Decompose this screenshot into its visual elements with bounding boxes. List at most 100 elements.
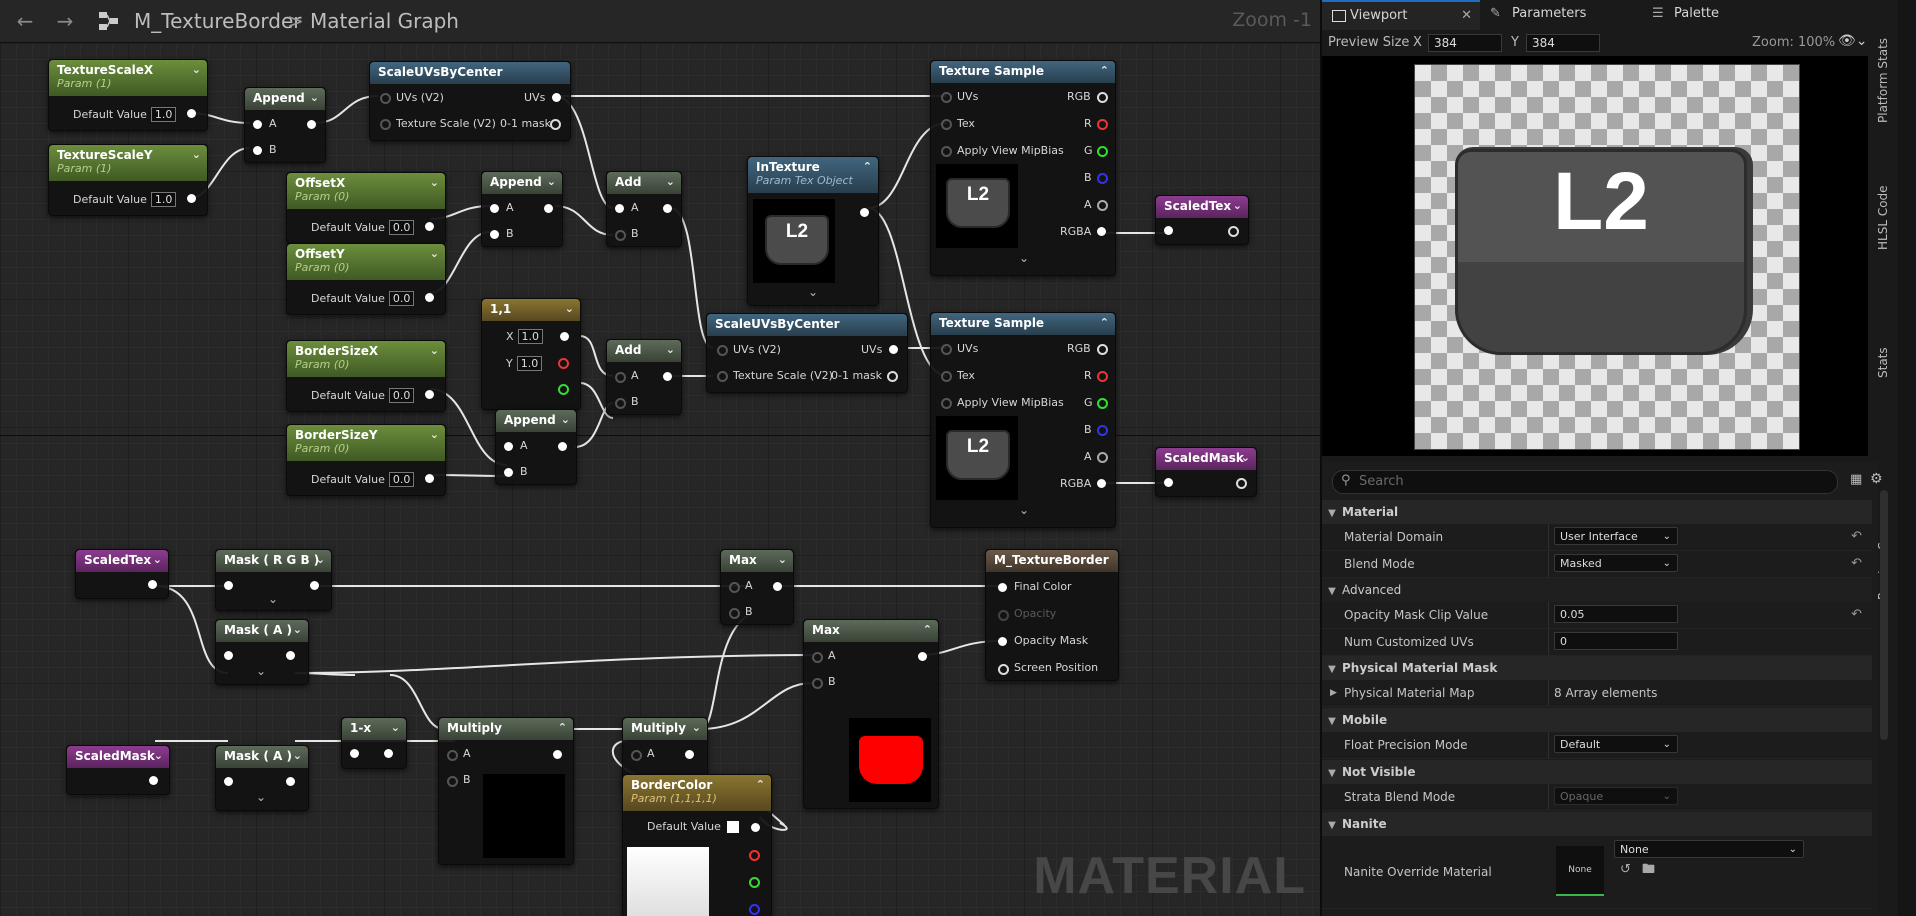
eye-icon[interactable]: 👁⌄ [1838, 33, 1868, 49]
output-pin[interactable] [1236, 478, 1247, 489]
tab-viewport[interactable]: Viewport ✕ [1322, 0, 1480, 30]
node-append[interactable]: Append ⌄ A B [481, 171, 563, 247]
node-constant-vector[interactable]: 1,1 ⌄ X 1.0 Y 1.0 [481, 298, 581, 410]
node-scale-uvs-by-center[interactable]: ScaleUVsByCenter UVs (V2) UVs Texture Sc… [369, 61, 571, 141]
chevron-down-icon[interactable]: ⌄ [153, 553, 162, 566]
color-swatch[interactable] [726, 821, 739, 833]
node-texture-sample[interactable]: Texture Sample ⌃ UVs Tex Apply View MipBi… [930, 60, 1116, 276]
chevron-down-icon[interactable]: ⌄ [1019, 503, 1029, 517]
output-pin[interactable] [663, 372, 672, 381]
output-pin-b[interactable] [1097, 173, 1108, 184]
output-pin-r[interactable] [749, 850, 760, 861]
chevron-down-icon[interactable]: ⌄ [391, 721, 400, 734]
node-offset-x[interactable]: OffsetX Param (0) ⌄ Default Value 0.0 [286, 172, 446, 244]
output-pin[interactable] [384, 749, 393, 758]
chevron-up-icon[interactable]: ⌃ [863, 160, 872, 173]
chevron-down-icon[interactable]: ⌄ [430, 176, 439, 189]
reset-arrow-icon[interactable]: ↶ [1851, 551, 1862, 577]
chevron-up-icon[interactable]: ⌃ [1100, 316, 1109, 329]
chevron-up-icon[interactable]: ⌃ [558, 721, 567, 734]
close-icon[interactable]: ✕ [1461, 2, 1472, 30]
output-pin[interactable] [685, 750, 694, 759]
input-pin-b[interactable] [812, 678, 823, 689]
details-scrollbar[interactable] [1880, 490, 1888, 740]
output-pin-g[interactable] [1097, 146, 1108, 157]
chevron-down-icon[interactable]: ⌄ [430, 247, 439, 260]
side-tab-hlsl-code[interactable]: HLSL Code [1876, 168, 1898, 268]
preview-viewport[interactable]: L2 [1322, 56, 1868, 456]
output-pin[interactable] [425, 293, 434, 302]
input-pin[interactable] [224, 651, 233, 660]
node-append[interactable]: Append ⌄ A B [244, 87, 326, 163]
forward-arrow-icon[interactable]: → [52, 9, 78, 33]
param-value-input[interactable]: 0.0 [388, 388, 415, 403]
details-search[interactable]: ⚲ Search [1332, 470, 1838, 494]
input-pin-screen-position[interactable] [998, 664, 1009, 675]
output-pin[interactable] [425, 474, 434, 483]
input-pin-a[interactable] [504, 442, 513, 451]
chevron-down-icon[interactable]: ⌄ [192, 148, 201, 161]
chevron-down-icon[interactable]: ⌄ [561, 413, 570, 426]
param-value-input[interactable]: 1.0 [150, 192, 177, 207]
material-graph-canvas[interactable]: TextureScaleX Param (1) ⌄ Default Value 1.0… [0, 43, 1320, 916]
input-pin-a[interactable] [253, 120, 262, 129]
output-pin-rgb[interactable] [1097, 92, 1108, 103]
output-pin-r[interactable] [558, 358, 569, 369]
output-pin[interactable] [544, 204, 553, 213]
node-texture-scale-x[interactable]: TextureScaleX Param (1) ⌄ Default Value 1.0 [48, 59, 208, 131]
opacity-clip-input[interactable]: 0.05 [1554, 605, 1678, 623]
chevron-down-icon[interactable]: ⌄ [808, 285, 818, 299]
node-named-reroute-scaledtex[interactable]: ScaledTex ⌄ [1155, 195, 1249, 245]
component-value-input[interactable]: 1.0 [516, 356, 543, 371]
asset-thumbnail[interactable]: None [1556, 846, 1604, 896]
output-pin[interactable] [558, 442, 567, 451]
preview-size-x-input[interactable]: 384 [1428, 34, 1502, 52]
breadcrumb-graph[interactable]: Material Graph [310, 9, 459, 33]
output-pin[interactable] [187, 109, 196, 118]
output-pin[interactable] [663, 204, 672, 213]
input-pin-a[interactable] [812, 652, 823, 663]
output-pin[interactable] [187, 194, 196, 203]
input-pin[interactable] [350, 749, 359, 758]
node-texture-scale-y[interactable]: TextureScaleY Param (1) ⌄ Default Value 1.0 [48, 144, 208, 216]
chevron-down-icon[interactable]: ⌄ [692, 721, 701, 734]
output-pin[interactable] [425, 222, 434, 231]
output-pin[interactable] [550, 119, 561, 130]
param-value-input[interactable]: 0.0 [388, 220, 415, 235]
node-scale-uvs-by-center[interactable]: ScaleUVsByCenter UVs (V2) UVs Texture Sc… [706, 313, 908, 393]
chevron-down-icon[interactable]: ⌄ [293, 623, 302, 636]
node-component-mask-a[interactable]: Mask ( A ) ⌄ ⌄ [215, 745, 309, 811]
node-offset-y[interactable]: OffsetY Param (0) ⌄ Default Value 0.0 [286, 243, 446, 315]
back-arrow-icon[interactable]: ← [12, 9, 38, 33]
output-pin-a[interactable] [1097, 452, 1108, 463]
node-texture-sample[interactable]: Texture Sample ⌃ UVs Tex Apply View MipBi… [930, 312, 1116, 528]
chevron-down-icon[interactable]: ⌄ [547, 175, 556, 188]
node-component-mask-a[interactable]: Mask ( A ) ⌄ ⌄ [215, 619, 309, 685]
chevron-down-icon[interactable]: ⌄ [1241, 451, 1250, 464]
chevron-down-icon[interactable]: ⌄ [310, 91, 319, 104]
chevron-down-icon[interactable]: ⌄ [430, 428, 439, 441]
output-pin[interactable] [286, 651, 295, 660]
input-pin-b[interactable] [615, 230, 626, 241]
input-pin-b[interactable] [615, 398, 626, 409]
node-border-size-x[interactable]: BorderSizeX Param (0) ⌄ Default Value 0.0 [286, 340, 446, 412]
input-pin[interactable] [224, 581, 233, 590]
output-pin-r[interactable] [1097, 119, 1108, 130]
chevron-down-icon[interactable]: ⌄ [430, 344, 439, 357]
output-pin-b[interactable] [749, 904, 760, 915]
input-pin-mip[interactable] [941, 146, 952, 157]
output-pin[interactable] [1228, 226, 1239, 237]
node-border-size-y[interactable]: BorderSizeY Param (0) ⌄ Default Value 0.0 [286, 424, 446, 496]
output-pin[interactable] [552, 93, 561, 102]
node-add[interactable]: Add ⌄ A B [606, 339, 682, 415]
output-pin[interactable] [307, 120, 316, 129]
input-pin-uvs[interactable] [941, 92, 952, 103]
node-named-reroute-scaledmask[interactable]: ScaledMask ⌄ [1155, 447, 1257, 497]
chevron-down-icon[interactable]: ⌄ [268, 592, 278, 606]
node-border-color[interactable]: BorderColor Param (1,1,1,1) ⌃ Default Valu… [622, 774, 772, 916]
param-value-input[interactable]: 1.0 [150, 107, 177, 122]
chevron-down-icon[interactable]: ⌄ [154, 749, 163, 762]
browse-arrow-icon[interactable]: ↺ [1620, 860, 1631, 880]
output-pin-b[interactable] [1097, 425, 1108, 436]
input-pin-b[interactable] [729, 608, 740, 619]
